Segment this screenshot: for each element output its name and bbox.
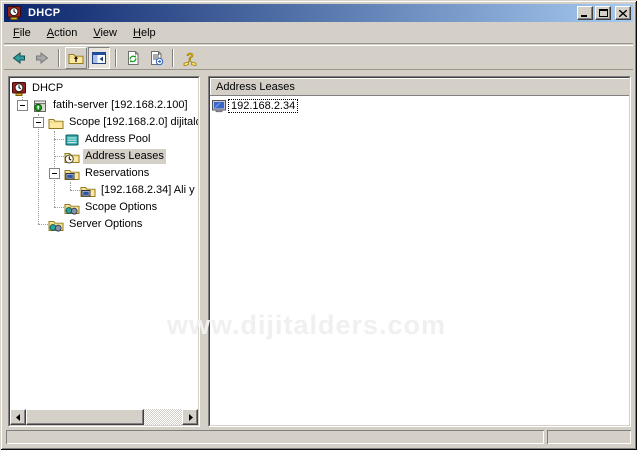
window-title: DHCP <box>28 7 574 19</box>
tree-horizontal-scrollbar[interactable] <box>10 409 198 425</box>
status-panel-secondary <box>547 430 631 444</box>
scroll-right-icon <box>187 414 194 421</box>
svg-text:?: ? <box>186 50 193 64</box>
tree-item-label: Address Pool <box>83 132 152 147</box>
up-one-level-button[interactable] <box>65 47 87 69</box>
menu-file-initial: F <box>13 27 20 39</box>
scope-folder-icon <box>48 115 64 131</box>
menu-file-rest: ile <box>20 27 31 39</box>
close-icon <box>619 10 627 17</box>
menu-action-rest: ction <box>54 27 77 39</box>
refresh-button[interactable] <box>122 47 144 69</box>
dhcp-app-icon <box>6 5 22 21</box>
tree-item-label: [192.168.2.34] Ali y <box>99 183 197 198</box>
column-header-address-leases[interactable]: Address Leases <box>210 78 629 96</box>
refresh-icon <box>125 50 141 66</box>
show-hide-console-tree-button[interactable] <box>88 47 110 69</box>
export-list-icon <box>148 50 164 66</box>
menu-view[interactable]: View <box>85 24 125 42</box>
export-list-button[interactable] <box>145 47 167 69</box>
tree-item-label: Address Leases <box>83 149 166 164</box>
maximize-button[interactable] <box>595 6 611 20</box>
dhcp-tree: DHCP fatih-server [192.168.2.100] <box>10 78 198 409</box>
scrollbar-thumb[interactable] <box>26 409 144 425</box>
reservations-icon <box>64 166 80 182</box>
menu-help[interactable]: Help <box>125 24 164 42</box>
address-pool-icon <box>64 132 80 148</box>
address-leases-icon <box>64 149 80 165</box>
window-controls <box>577 6 631 20</box>
console-tree-surface: DHCP fatih-server [192.168.2.100] <box>9 77 199 426</box>
dhcp-console-icon <box>11 81 27 97</box>
server-options-icon <box>48 217 64 233</box>
address-leases-surface: Address Leases 192.168.2.34 <box>209 77 630 426</box>
minimize-button[interactable] <box>577 6 593 20</box>
back-button[interactable] <box>8 47 30 69</box>
reservation-icon <box>80 183 96 199</box>
tree-guide-line <box>38 114 39 224</box>
menu-action-initial: A <box>47 27 54 39</box>
console-tree-panel: DHCP fatih-server [192.168.2.100] <box>8 76 200 427</box>
tree-guide-stub <box>70 190 80 191</box>
collapse-toggle[interactable] <box>49 168 60 179</box>
status-panel-main <box>6 430 544 444</box>
lease-list: 192.168.2.34 <box>210 96 629 116</box>
tree-item-label: Server Options <box>67 217 144 232</box>
tree-guide-stub <box>54 139 64 140</box>
tree-item-label: DHCP <box>30 81 65 96</box>
menu-file[interactable]: File <box>5 24 39 42</box>
toolbar: ? <box>4 45 633 70</box>
menu-action[interactable]: Action <box>39 24 86 42</box>
help-button[interactable]: ? <box>179 47 201 69</box>
tree-item-label: Scope [192.168.2.0] dijitald <box>67 115 198 130</box>
minimize-icon <box>581 10 589 17</box>
title-bar[interactable]: DHCP <box>4 4 633 22</box>
toolbar-separator <box>115 49 117 67</box>
menu-bar: File Action View Help <box>4 22 633 44</box>
computer-icon <box>211 98 227 114</box>
forward-button[interactable] <box>31 47 53 69</box>
address-leases-panel: Address Leases 192.168.2.34 <box>208 76 631 427</box>
lease-list-item[interactable]: 192.168.2.34 <box>211 98 628 114</box>
toolbar-separator <box>172 49 174 67</box>
close-button[interactable] <box>615 6 631 20</box>
scroll-left-icon <box>15 414 22 421</box>
column-header-label: Address Leases <box>216 81 295 93</box>
scroll-right-button[interactable] <box>182 409 198 425</box>
menu-help-initial: H <box>133 27 141 39</box>
scroll-left-button[interactable] <box>10 409 26 425</box>
toolbar-separator <box>58 49 60 67</box>
tree-item-label: Reservations <box>83 166 151 181</box>
lease-ip-label: 192.168.2.34 <box>228 99 298 113</box>
scrollbar-track[interactable] <box>144 409 182 425</box>
menu-help-rest: elp <box>141 27 156 39</box>
forward-icon <box>34 50 50 66</box>
up-one-level-icon <box>68 50 84 66</box>
scope-options-icon <box>64 200 80 216</box>
menu-view-rest: iew <box>100 27 117 39</box>
tree-item-label: fatih-server [192.168.2.100] <box>51 98 190 113</box>
dhcp-server-icon <box>32 98 48 114</box>
tree-item-dhcp-root[interactable]: DHCP <box>10 80 198 97</box>
maximize-icon <box>599 9 608 17</box>
tree-item-label: Scope Options <box>83 200 159 215</box>
tree-item-server[interactable]: fatih-server [192.168.2.100] <box>10 97 198 114</box>
tree-guide-stub <box>38 224 48 225</box>
show-hide-console-tree-icon <box>91 50 107 66</box>
tree-guide-stub <box>54 156 64 157</box>
tree-guide-line <box>70 182 71 190</box>
collapse-toggle[interactable] <box>33 117 44 128</box>
dhcp-console-window: DHCP File Action View Help <box>0 0 637 450</box>
collapse-toggle[interactable] <box>17 100 28 111</box>
status-bar <box>4 428 633 446</box>
back-icon <box>11 50 27 66</box>
tree-guide-stub <box>54 207 64 208</box>
help-icon: ? <box>182 50 198 66</box>
content-area: DHCP fatih-server [192.168.2.100] <box>4 71 633 428</box>
